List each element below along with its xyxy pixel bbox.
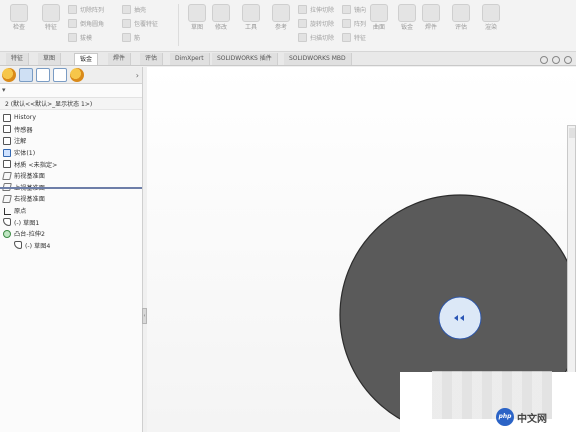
sketch-icon — [14, 241, 22, 250]
php-logo-icon: php — [496, 408, 514, 426]
ribbon-button-2[interactable]: 特征 — [34, 4, 68, 31]
tool-icon — [342, 33, 351, 42]
config-manager-tab-icon[interactable] — [53, 68, 67, 82]
task-pane-button[interactable] — [569, 128, 575, 138]
ribbon-small-button[interactable]: 抽壳 — [122, 4, 158, 15]
tree-item-sketch4[interactable]: (-) 草图4 — [0, 240, 142, 252]
tree-item-material[interactable]: 材质 <未指定> — [0, 158, 142, 170]
ribbon-small-button[interactable]: 扫描切除 — [298, 32, 334, 43]
tab-weldments[interactable]: 焊件 — [108, 53, 132, 65]
filter-bar[interactable]: ▾ — [0, 84, 142, 98]
previous-view-icon[interactable] — [564, 56, 572, 64]
ribbon-button-6[interactable]: 参考 — [264, 4, 298, 31]
command-manager-tabs: 特征 草图 钣金 焊件 评估 DimXpert SOLIDWORKS 插件 SO… — [0, 52, 576, 66]
tree-root[interactable]: 2 (默认<<默认>_显示状态 1>) — [0, 98, 142, 110]
filter-icon: ▾ — [2, 86, 6, 94]
ribbon-small-group-1: 切除阵列 倒角圆角 拔模 — [68, 4, 104, 43]
panel-tabs: › — [0, 67, 142, 84]
tab-sketch[interactable]: 草图 — [38, 53, 62, 65]
boss-extrude-icon — [3, 229, 11, 238]
plane-icon — [2, 194, 12, 203]
ribbon-button-11[interactable]: 渲染 — [474, 4, 508, 31]
ribbon-small-group-2: 抽壳 包覆特征 筋 — [122, 4, 158, 43]
tab-dimxpert[interactable]: DimXpert — [170, 53, 210, 65]
tool-icon — [122, 5, 131, 14]
graphics-area[interactable] — [147, 67, 576, 432]
tool-icon — [342, 5, 351, 14]
tree-item-solid-bodies[interactable]: 实体(1) — [0, 147, 142, 159]
solid-body-icon — [3, 148, 11, 157]
sensor-icon — [3, 125, 11, 134]
tab-evaluate[interactable]: 评估 — [140, 53, 164, 65]
ribbon-button-9[interactable]: 焊件 — [414, 4, 448, 31]
panel-selection-band — [0, 187, 142, 189]
tab-features[interactable]: 特征 — [6, 53, 30, 65]
command-ribbon: 检查 特征 切除阵列 倒角圆角 拔模 抽壳 包覆特征 筋 草图 修改 工具 参考… — [0, 0, 576, 52]
ribbon-button-10[interactable]: 评估 — [444, 4, 478, 31]
feature-icon — [10, 4, 28, 22]
chevron-right-icon[interactable]: › — [136, 71, 139, 80]
ribbon-small-button[interactable]: 筋 — [122, 32, 158, 43]
tool-icon — [342, 19, 351, 28]
tree-item-right-plane[interactable]: 右视基准面 — [0, 193, 142, 205]
ribbon-small-button[interactable]: 特征 — [342, 32, 366, 43]
feature-icon — [370, 4, 388, 22]
tab-addins[interactable]: SOLIDWORKS 插件 — [212, 53, 278, 65]
feature-icon — [422, 4, 440, 22]
ribbon-small-button[interactable]: 切除阵列 — [68, 4, 104, 15]
plane-icon — [2, 171, 12, 180]
ribbon-separator — [178, 4, 179, 46]
annotation-icon — [3, 136, 11, 145]
ribbon-button-4[interactable]: 修改 — [204, 4, 238, 31]
tool-icon — [298, 19, 307, 28]
tool-icon — [298, 5, 307, 14]
ribbon-button-1[interactable]: 检查 — [2, 4, 36, 31]
ribbon-small-button[interactable]: 包覆特征 — [122, 18, 158, 29]
feature-icon — [482, 4, 500, 22]
watermark-text: 中文网 — [517, 413, 547, 425]
sketch-icon — [3, 218, 11, 227]
site-watermark: php 中文网 — [496, 408, 547, 426]
zoom-area-icon[interactable] — [552, 56, 560, 64]
tool-icon — [122, 19, 131, 28]
feature-icon — [272, 4, 290, 22]
ribbon-small-group-3: 拉伸切除 旋转切除 扫描切除 — [298, 4, 334, 43]
feature-manager-panel: › ▾ 2 (默认<<默认>_显示状态 1>) History 传感器 注解 实… — [0, 67, 143, 432]
tree-item-boss-extrude2[interactable]: 凸台-拉伸2 — [0, 228, 142, 240]
ribbon-small-button[interactable]: 拔模 — [68, 32, 104, 43]
feature-icon — [242, 4, 260, 22]
feature-tree-tab-icon[interactable] — [19, 68, 33, 82]
display-manager-icon[interactable] — [70, 68, 84, 82]
property-manager-tab-icon[interactable] — [36, 68, 50, 82]
zoom-to-fit-icon[interactable] — [540, 56, 548, 64]
feature-icon — [452, 4, 470, 22]
ribbon-small-button[interactable]: 倒角圆角 — [68, 18, 104, 29]
appearance-pie-icon[interactable] — [2, 68, 16, 82]
tree-item-history[interactable]: History — [0, 112, 142, 124]
history-icon — [3, 113, 11, 122]
ribbon-small-button[interactable]: 旋转切除 — [298, 18, 334, 29]
tool-icon — [122, 33, 131, 42]
tool-icon — [68, 19, 77, 28]
tab-mbd[interactable]: SOLIDWORKS MBD — [284, 53, 352, 65]
tool-icon — [298, 33, 307, 42]
tool-icon — [68, 33, 77, 42]
feature-icon — [42, 4, 60, 22]
tree-item-sketch1[interactable]: (-) 草图1 — [0, 216, 142, 228]
tree-item-origin[interactable]: 原点 — [0, 205, 142, 217]
tree-item-annotations[interactable]: 注解 — [0, 135, 142, 147]
view-tools — [540, 56, 572, 64]
tab-sheet-metal[interactable]: 钣金 — [74, 53, 99, 65]
tool-icon — [68, 5, 77, 14]
tree-item-front-plane[interactable]: 前视基准面 — [0, 170, 142, 182]
feature-tree: History 传感器 注解 实体(1) 材质 <未指定> 前视基准面 上视基准… — [0, 110, 142, 251]
feature-icon — [212, 4, 230, 22]
tree-item-sensors[interactable]: 传感器 — [0, 124, 142, 136]
origin-icon — [3, 207, 11, 215]
material-icon — [3, 160, 11, 169]
ribbon-small-button[interactable]: 拉伸切除 — [298, 4, 334, 15]
ribbon-button-5[interactable]: 工具 — [234, 4, 268, 31]
